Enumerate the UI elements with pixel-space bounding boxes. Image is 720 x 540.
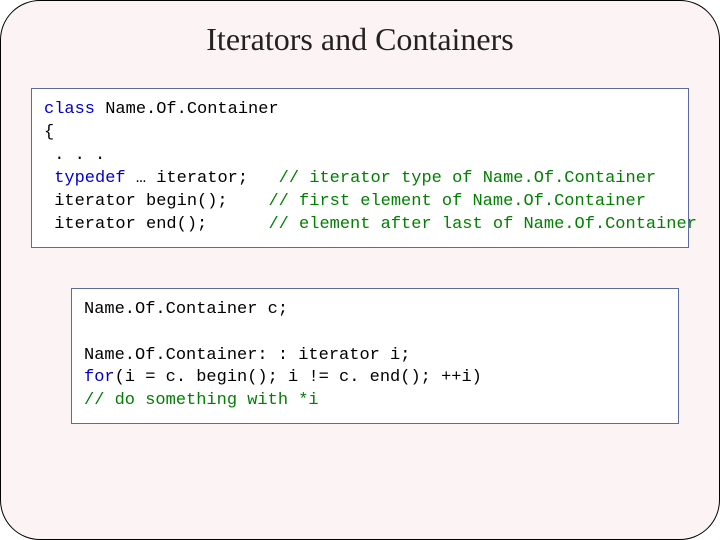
comment: // element after last of Name.Of.Contain… [268, 215, 696, 234]
code-text [84, 323, 94, 342]
code-text: (i = c. begin(); i != c. end(); ++i) [115, 368, 482, 387]
comment: // first element of Name.Of.Container [268, 192, 645, 211]
keyword-for: for [84, 368, 115, 387]
code-text: Name.Of.Container: : iterator i; [84, 346, 410, 365]
slide-title: Iterators and Containers [31, 21, 689, 58]
code-text: … iterator; [126, 169, 279, 188]
keyword-typedef: typedef [54, 169, 125, 188]
comment: // iterator type of Name.Of.Container [279, 169, 656, 188]
code-text: iterator begin(); [44, 192, 268, 211]
code-text: iterator end(); [44, 215, 268, 234]
code-box-class-def: class Name.Of.Container { . . . typedef … [31, 88, 689, 248]
code-text: Name.Of.Container [95, 100, 279, 119]
comment: // do something with *i [84, 391, 319, 410]
code-box-usage: Name.Of.Container c; Name.Of.Container: … [71, 288, 679, 425]
code-text: . . . [44, 146, 105, 165]
code-text: { [44, 123, 54, 142]
slide-frame: Iterators and Containers class Name.Of.C… [0, 0, 720, 540]
code-text [44, 169, 54, 188]
code-text: Name.Of.Container c; [84, 300, 288, 319]
keyword-class: class [44, 100, 95, 119]
